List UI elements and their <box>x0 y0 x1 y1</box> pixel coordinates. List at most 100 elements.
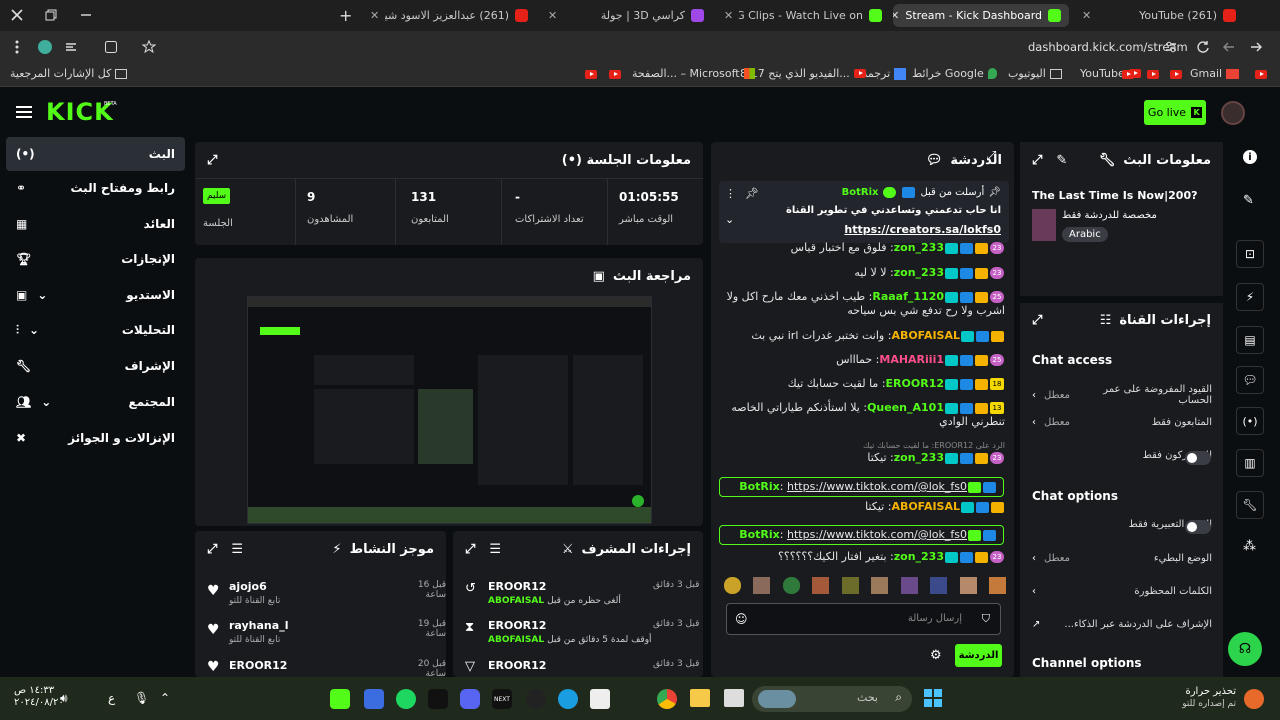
mod-by[interactable]: ABOFAISAL <box>488 635 544 645</box>
taskbar-search[interactable]: بحث ⌕ <box>752 686 912 712</box>
mod-user[interactable]: EROOR12 <box>488 659 546 672</box>
tab-chairs[interactable]: كراسي 3D | جولة ✕ <box>540 4 712 27</box>
activity-user[interactable]: rayhana_l <box>229 619 288 632</box>
bookmark-translate[interactable]: ترجمة <box>862 67 907 80</box>
chrome-icon[interactable] <box>657 689 677 709</box>
share-nodes-icon[interactable]: ⁂ <box>1243 539 1256 554</box>
option-row-ai-moderation[interactable]: الإشراف على الدردشة عبر الذكاء... ↗ <box>1032 619 1212 630</box>
extensions-icon[interactable] <box>64 40 78 54</box>
weather-widget[interactable]: تحذير حرارة تم إصداره للتو <box>1180 685 1236 711</box>
send-chat-button[interactable]: الدردشة <box>955 644 1002 667</box>
youtube-icon[interactable] <box>1147 70 1159 79</box>
sidebar-item-revenue[interactable]: العائد ▦ <box>6 207 185 241</box>
emote-icon[interactable] <box>959 577 977 594</box>
bookmark-microsoft[interactable]: الصفحة... – Microsoft <box>632 67 755 80</box>
reload-icon[interactable] <box>1196 40 1210 54</box>
youtube-icon[interactable] <box>1122 70 1134 79</box>
sidebar-item-community[interactable]: المجتمع ⌄ 👥︎ <box>6 385 185 419</box>
chat-username[interactable]: MAHARiii1 <box>879 353 944 366</box>
pencil-icon[interactable]: ✎ <box>1056 153 1067 168</box>
emote-icon[interactable] <box>900 577 918 594</box>
emote-icon[interactable] <box>782 577 800 594</box>
chat-icon[interactable]: 💬︎ <box>1236 366 1264 394</box>
activity-user[interactable]: EROOR12 <box>229 659 287 672</box>
bookmark-gmail[interactable]: Gmail <box>1190 67 1240 80</box>
hamburger-menu-icon[interactable] <box>16 105 32 119</box>
emote-icon[interactable] <box>724 577 741 594</box>
expand-icon[interactable]: ⤢ <box>207 542 217 557</box>
support-headset-icon[interactable]: ☊ <box>1228 632 1262 666</box>
access-row-account-age[interactable]: القيود المفروضة على عمر الحساب معطل › <box>1032 384 1212 406</box>
chat-username[interactable]: ABOFAISAL <box>891 329 960 342</box>
activity-user[interactable]: ajojo6 <box>229 580 267 593</box>
taskbar-clock[interactable]: ١٤:٣٣ ص ٢٠٢٤/٠٨/٢٠ <box>14 685 64 709</box>
chat-username[interactable]: zon_233 <box>894 550 944 563</box>
sidebar-item-stream[interactable]: البث (•) <box>6 137 185 171</box>
emote-icon[interactable] <box>871 577 889 594</box>
close-tab-icon[interactable]: ✕ <box>370 9 379 22</box>
emoji-icon[interactable]: ☺ <box>735 612 748 626</box>
bookmark-youtube-ar[interactable]: اليوتيوب <box>1008 67 1062 80</box>
app-icon[interactable] <box>364 689 384 709</box>
discord-icon[interactable] <box>460 689 480 709</box>
emotes-only-toggle[interactable] <box>1185 520 1211 534</box>
sidebar-item-achievements[interactable]: الإنجازات 🏆︎ <box>6 242 185 276</box>
sidebar-item-studio[interactable]: الاستديو ⌄ ▣ <box>6 278 185 312</box>
broadcast-icon[interactable]: (•) <box>1236 407 1264 435</box>
app-icon[interactable] <box>724 689 744 707</box>
close-tab-icon[interactable]: ✕ <box>724 9 733 22</box>
emote-icon[interactable] <box>812 577 830 594</box>
gear-icon[interactable]: ⚙ <box>930 648 942 663</box>
more-menu-icon[interactable] <box>10 40 24 54</box>
option-row-banned-words[interactable]: الكلمات المحظورة › <box>1032 586 1212 597</box>
chat-username[interactable]: zon_233 <box>894 266 944 279</box>
wrench-icon[interactable]: 🔧︎ <box>1236 491 1264 519</box>
screenshot-icon[interactable]: ⊡ <box>1236 240 1264 268</box>
new-tab-button[interactable]: + <box>339 6 352 25</box>
chat-username[interactable]: BotRix <box>739 480 780 493</box>
filter-icon[interactable]: ☰ <box>489 542 501 557</box>
chat-link[interactable]: https://www.tiktok.com/@lok_fs0 <box>787 528 967 541</box>
youtube-icon[interactable] <box>1170 70 1182 79</box>
emote-icon[interactable] <box>988 577 1006 594</box>
tab-youtube[interactable]: (261) YouTube ✕ <box>1074 4 1244 27</box>
edge-icon[interactable] <box>558 689 578 709</box>
profile-icon[interactable] <box>37 39 53 55</box>
microphone-icon[interactable]: 🎙︎ <box>134 691 149 705</box>
chevron-up-icon[interactable]: ⌃ <box>160 691 170 705</box>
close-tab-icon[interactable]: ✕ <box>1082 9 1091 22</box>
tab-youtube-video[interactable]: (261) عبدالعزيز الاسود شيطانه ✕ <box>362 4 536 27</box>
tiktok-icon[interactable] <box>428 689 448 709</box>
expand-icon[interactable]: ⤢ <box>207 153 217 168</box>
emote-icon[interactable] <box>753 577 771 594</box>
app-icon[interactable] <box>526 689 546 709</box>
input-language[interactable]: ع <box>108 691 115 705</box>
windows-start-icon[interactable] <box>924 689 942 707</box>
file-explorer-icon[interactable] <box>690 689 710 707</box>
mod-user[interactable]: EROOR12 <box>488 619 546 632</box>
tab-kick-dashboard[interactable]: Stream - Kick Dashboard ✕ <box>893 4 1069 27</box>
filter-icon[interactable]: ☰ <box>231 542 243 557</box>
tab-3maring-clips[interactable]: 3MARING Clips - Watch Live on ✕ <box>716 4 890 27</box>
share-icon[interactable] <box>104 40 118 54</box>
access-row-followers-only[interactable]: المتابعون فقط معطل › <box>1032 417 1212 428</box>
bookmark-video[interactable]: 8:17 الفيديو الذي يتح... <box>740 67 866 80</box>
stream-preview-video[interactable] <box>247 296 652 524</box>
youtube-icon[interactable] <box>609 70 621 79</box>
expand-icon[interactable]: ⤢ <box>1032 313 1042 328</box>
expand-icon[interactable]: ⤢ <box>465 542 475 557</box>
chat-username[interactable]: zon_233 <box>894 241 944 254</box>
close-tab-icon[interactable]: ✕ <box>893 9 899 22</box>
minimize-window-icon[interactable] <box>79 8 93 22</box>
close-tab-icon[interactable]: ✕ <box>548 9 557 22</box>
site-settings-icon[interactable] <box>1164 40 1178 54</box>
mod-by[interactable]: ABOFAISAL <box>488 596 544 606</box>
speaker-icon[interactable]: 🔊︎ <box>60 691 68 706</box>
layout-icon[interactable]: ▥ <box>1236 449 1264 477</box>
info-icon[interactable]: i <box>1243 150 1257 164</box>
go-live-button[interactable]: Go live K <box>1144 100 1206 125</box>
stream-category[interactable]: مخصصة للدردشة فقط <box>1062 210 1157 221</box>
pinned-link[interactable]: https://creators.sa/lokfs0 <box>844 223 1001 236</box>
pinned-user[interactable]: BotRix <box>842 187 879 198</box>
chat-username[interactable]: Raaaf_1120 <box>872 290 944 303</box>
